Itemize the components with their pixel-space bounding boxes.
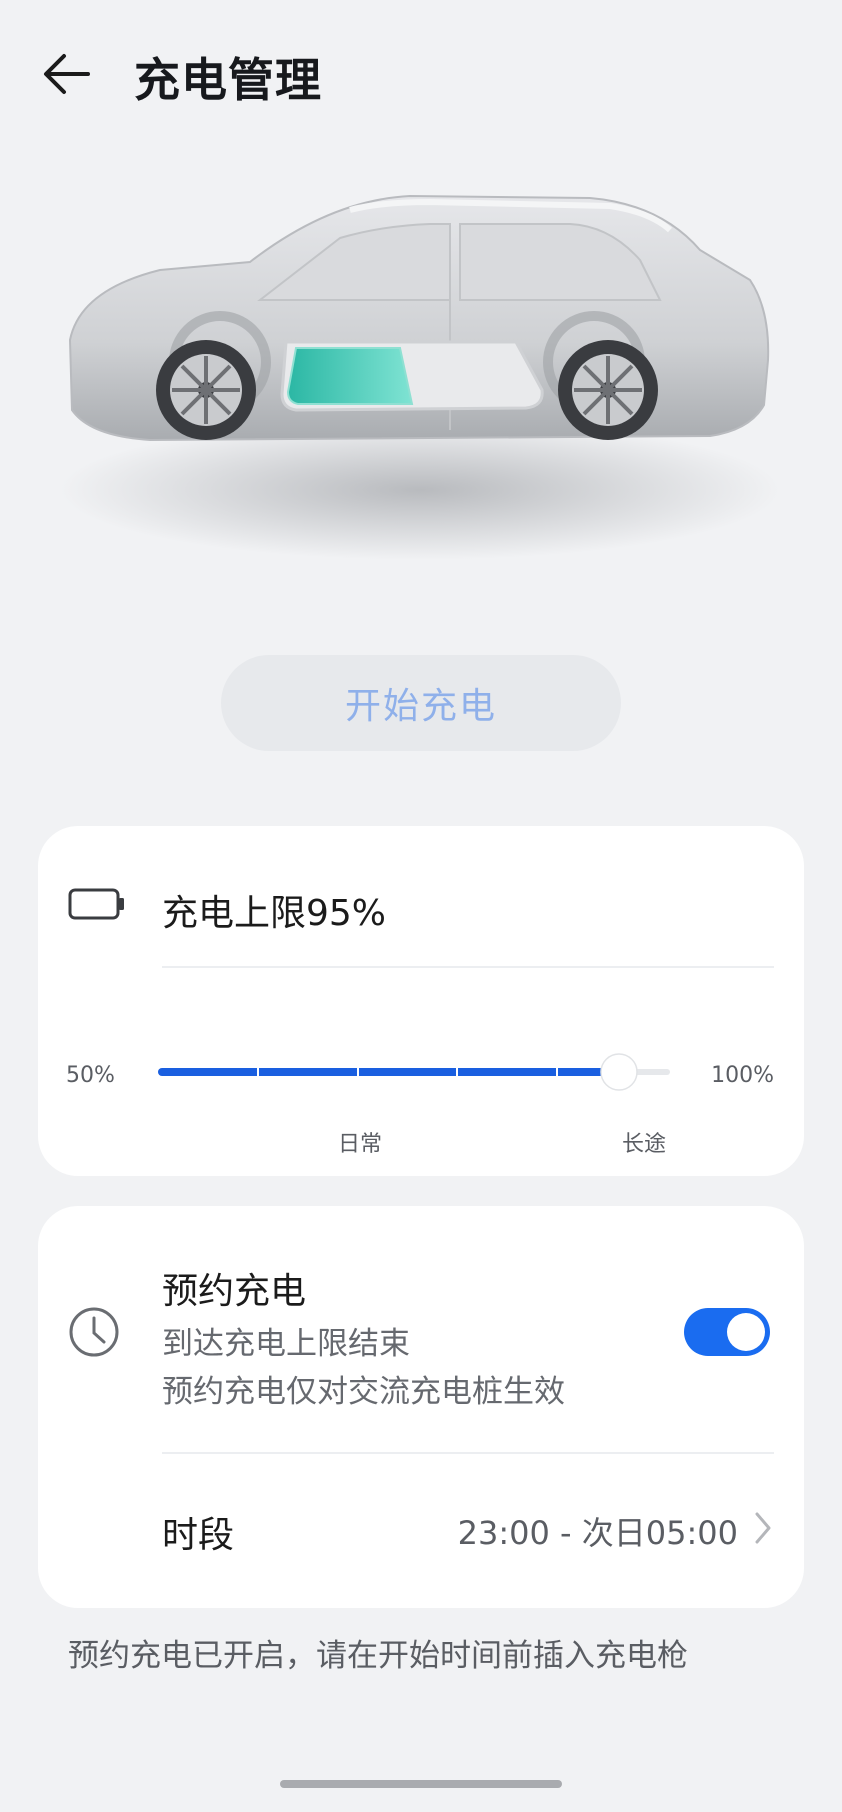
divider — [162, 966, 774, 968]
slider-max-label: 100% — [711, 1063, 774, 1088]
slider-thumb — [600, 1053, 638, 1091]
charge-limit-slider[interactable] — [158, 1052, 670, 1092]
slider-tick-daily: 日常 — [338, 1132, 383, 1157]
period-value: 23:00 - 次日05:00 — [457, 1514, 738, 1552]
scheduled-charging-footnote: 预约充电已开启，请在开始时间前插入充电枪 — [68, 1638, 688, 1674]
chevron-right-icon — [755, 1512, 771, 1544]
car-illustration — [50, 190, 790, 590]
slider-tick — [556, 1066, 558, 1078]
slider-fill — [158, 1068, 619, 1076]
home-indicator[interactable] — [280, 1780, 562, 1788]
clock-icon — [69, 1307, 119, 1357]
scheduled-charging-subtitle: 到达充电上限结束 — [162, 1326, 410, 1362]
start-charging-button[interactable]: 开始充电 — [221, 655, 621, 751]
slider-tick — [357, 1066, 359, 1078]
slider-tick — [456, 1066, 458, 1078]
scheduled-charging-card: 预约充电 到达充电上限结束 预约充电仅对交流充电桩生效 时段 23:00 - 次… — [38, 1206, 804, 1608]
period-label: 时段 — [162, 1515, 235, 1556]
slider-min-label: 50% — [66, 1063, 115, 1088]
charging-management-screen: 充电管理 开始充电 充电上限95% 50% 100% 日常 长途 预约充电 到达… — [0, 0, 842, 1812]
arrow-left-icon — [44, 54, 90, 94]
scheduled-charging-title: 预约充电 — [162, 1271, 307, 1312]
charge-limit-title: 充电上限95% — [162, 893, 387, 934]
back-button[interactable] — [36, 42, 100, 106]
header: 充电管理 — [0, 0, 842, 150]
scheduled-charging-note: 预约充电仅对交流充电桩生效 — [162, 1374, 565, 1410]
toggle-knob — [727, 1313, 765, 1351]
battery-icon — [68, 888, 124, 920]
charge-limit-card: 充电上限95% 50% 100% 日常 长途 — [38, 826, 804, 1176]
slider-tick — [257, 1066, 259, 1078]
slider-tick-long-trip: 长途 — [622, 1132, 667, 1157]
page-title: 充电管理 — [134, 53, 322, 107]
scheduled-charging-toggle[interactable] — [684, 1308, 770, 1356]
divider — [162, 1452, 774, 1454]
